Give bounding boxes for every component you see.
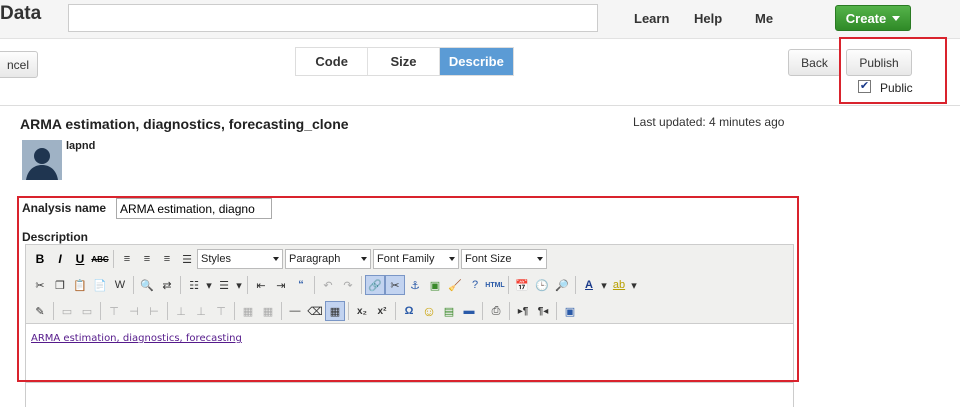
nav-help[interactable]: Help [694, 11, 722, 26]
create-button[interactable]: Create [835, 5, 911, 31]
view-tabs: Code Size Describe [295, 47, 514, 76]
chevron-down-icon [892, 15, 901, 21]
last-updated: Last updated: 4 minutes ago [633, 115, 785, 129]
editor-divider [25, 382, 794, 383]
tab-describe[interactable]: Describe [439, 48, 513, 75]
brand-title: Data [0, 3, 42, 24]
avatar [22, 140, 62, 180]
highlight-box-publish [839, 37, 947, 104]
tab-size[interactable]: Size [368, 48, 440, 75]
user-silhouette-icon [22, 140, 62, 180]
page-title: ARMA estimation, diagnostics, forecastin… [20, 116, 349, 132]
create-label: Create [845, 10, 887, 26]
username[interactable]: lapnd [66, 140, 95, 152]
tab-code[interactable]: Code [296, 48, 369, 75]
search-input[interactable] [68, 4, 598, 32]
highlight-box-editor [17, 196, 799, 382]
nav-me[interactable]: Me [755, 11, 773, 26]
back-button[interactable]: Back [788, 49, 841, 76]
cancel-button[interactable]: ncel [0, 51, 38, 78]
nav-learn[interactable]: Learn [634, 11, 669, 26]
